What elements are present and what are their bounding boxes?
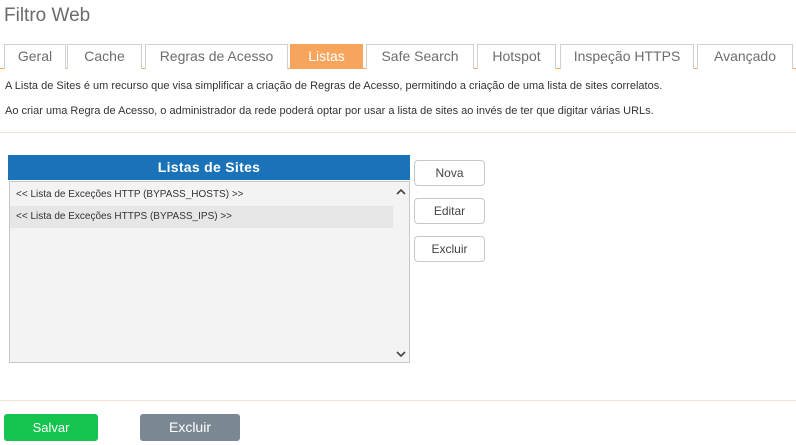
tab-safe-search[interactable]: Safe Search bbox=[366, 44, 474, 69]
tab-listas[interactable]: Listas bbox=[290, 44, 363, 69]
tab-cache[interactable]: Cache bbox=[67, 44, 142, 69]
description-line-2: Ao criar uma Regra de Acesso, o administ… bbox=[5, 105, 654, 117]
save-button[interactable]: Salvar bbox=[4, 414, 98, 441]
delete-list-button[interactable]: Excluir bbox=[414, 236, 485, 262]
listbox-scrollbar[interactable] bbox=[393, 182, 409, 362]
chevron-down-icon[interactable] bbox=[396, 349, 406, 359]
tab-bar: Geral Cache Regras de Acesso Listas Safe… bbox=[0, 44, 796, 69]
tab-avancado[interactable]: Avançado bbox=[697, 44, 793, 69]
list-item[interactable]: << Lista de Exceções HTTPS (BYPASS_IPS) … bbox=[10, 206, 393, 228]
sites-list-header: Listas de Sites bbox=[8, 155, 410, 180]
sites-listbox[interactable]: << Lista de Exceções HTTP (BYPASS_HOSTS)… bbox=[9, 181, 410, 363]
divider-bottom bbox=[0, 400, 796, 401]
divider-top bbox=[0, 132, 796, 133]
chevron-up-icon[interactable] bbox=[396, 187, 406, 197]
tab-geral[interactable]: Geral bbox=[4, 44, 66, 69]
tab-regras-de-acesso[interactable]: Regras de Acesso bbox=[145, 44, 288, 69]
tab-hotspot[interactable]: Hotspot bbox=[477, 44, 556, 69]
tab-inspecao-https[interactable]: Inspeção HTTPS bbox=[560, 44, 694, 69]
delete-button[interactable]: Excluir bbox=[140, 414, 240, 441]
new-list-button[interactable]: Nova bbox=[414, 160, 485, 186]
edit-list-button[interactable]: Editar bbox=[414, 198, 485, 224]
list-item[interactable]: << Lista de Exceções HTTP (BYPASS_HOSTS)… bbox=[10, 184, 393, 206]
description-line-1: A Lista de Sites é um recurso que visa s… bbox=[5, 80, 663, 92]
page-title: Filtro Web bbox=[4, 5, 91, 26]
